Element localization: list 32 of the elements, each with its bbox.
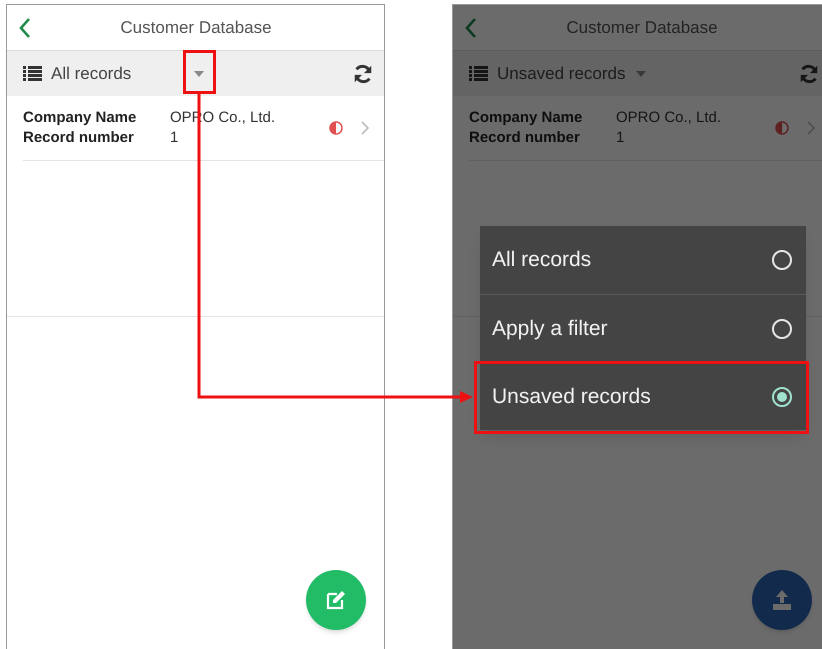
back-icon: [464, 17, 477, 39]
refresh-icon: [352, 62, 374, 84]
list-icon: [468, 66, 488, 81]
radio-button[interactable]: [772, 250, 792, 270]
refresh-icon: [798, 62, 820, 84]
field-label: Company Name: [468, 108, 584, 128]
chevron-icon: [806, 121, 815, 135]
list-icon: [23, 66, 42, 81]
field-label: Company Name: [23, 108, 138, 128]
chevron-icon: [361, 121, 369, 135]
radio-button[interactable]: [772, 386, 792, 406]
field-value: 1: [616, 128, 626, 148]
filter-dropdown[interactable]: All records: [51, 60, 132, 86]
callout-box: [183, 50, 216, 94]
caret-icon: [636, 70, 646, 76]
field-value: OPRO Co., Ltd.: [616, 108, 722, 128]
field-label: Record number: [23, 128, 135, 148]
menu-item[interactable]: Apply a filter: [480, 294, 806, 362]
field-label: Record number: [468, 128, 581, 148]
back-icon: [19, 17, 31, 39]
half-circle-icon: [774, 121, 789, 135]
radio-button[interactable]: [772, 318, 792, 338]
half-circle-icon: [329, 121, 343, 135]
caret-icon: [194, 71, 204, 77]
menu-item[interactable]: Unsaved records: [480, 362, 806, 430]
menu-item[interactable]: All records: [480, 226, 806, 294]
edit-icon: [324, 588, 348, 612]
screen-title: Customer Database: [120, 16, 272, 39]
record-row[interactable]: Company Name OPRO Co., Ltd. Record number 1: [468, 96, 822, 161]
field-value: 1: [170, 128, 180, 148]
edit-button[interactable]: [306, 570, 366, 630]
screen-title: Customer Database: [566, 16, 718, 39]
